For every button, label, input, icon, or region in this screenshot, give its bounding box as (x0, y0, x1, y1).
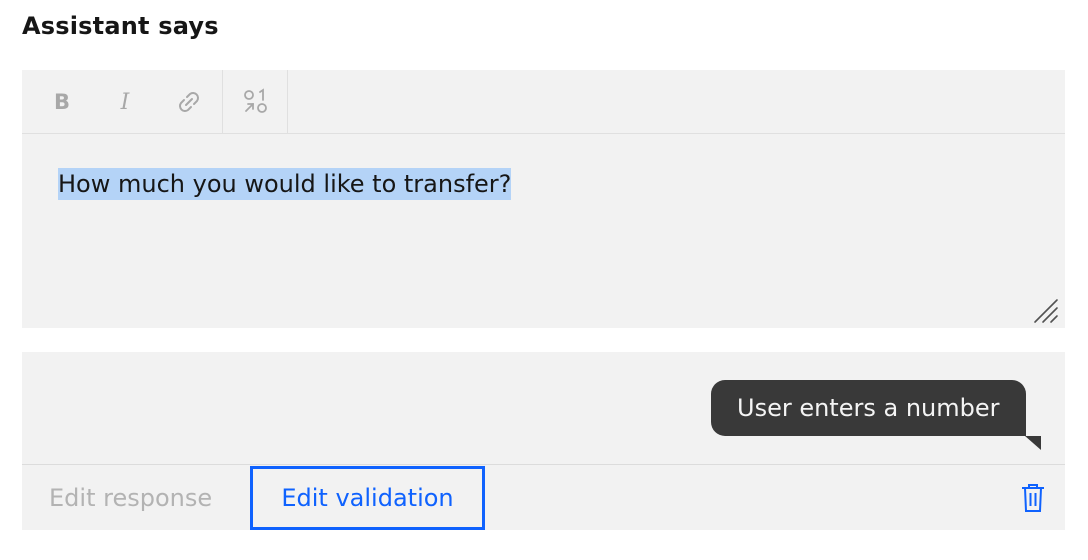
response-panel: User enters a number Edit response Edit … (22, 352, 1065, 530)
insert-variable-button[interactable] (238, 86, 274, 118)
panel-divider (22, 464, 1065, 465)
bold-button[interactable]: B (44, 86, 80, 118)
rich-text-editor[interactable]: B I How much you would like to transfer? (22, 70, 1065, 328)
editor-toolbar: B I (22, 70, 1065, 134)
link-icon (179, 92, 199, 112)
insert-variable-icon (244, 88, 267, 113)
trash-icon (1022, 484, 1044, 512)
toolbar-divider (287, 70, 288, 134)
tab-edit-response[interactable]: Edit response (22, 466, 212, 530)
tab-edit-validation[interactable]: Edit validation (250, 466, 485, 530)
bold-icon: B (53, 90, 70, 114)
editor-text[interactable]: How much you would like to transfer? (58, 168, 512, 200)
selected-text: How much you would like to transfer? (58, 168, 512, 200)
delete-button[interactable] (1019, 482, 1047, 514)
resize-handle-icon[interactable] (1031, 296, 1059, 324)
tooltip-tail (1025, 436, 1041, 450)
link-button[interactable] (171, 86, 207, 118)
italic-icon: I (120, 89, 130, 115)
user-input-tooltip: User enters a number (711, 380, 1026, 436)
section-heading: Assistant says (22, 12, 219, 40)
toolbar-divider (222, 70, 223, 134)
italic-button[interactable]: I (107, 86, 143, 118)
